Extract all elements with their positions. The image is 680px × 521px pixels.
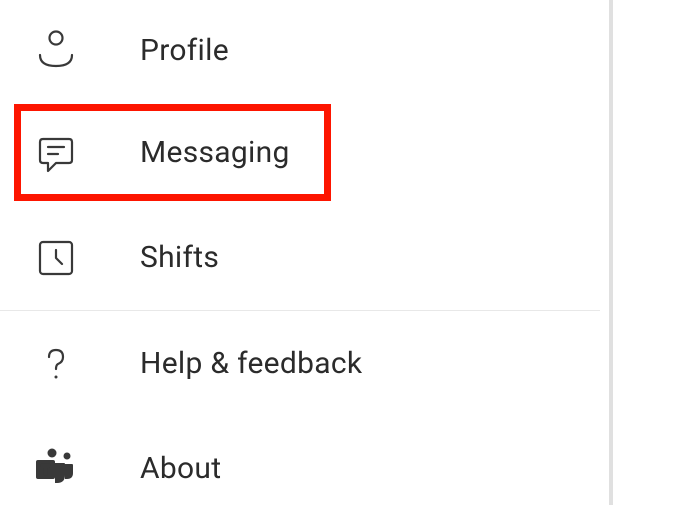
messaging-icon xyxy=(30,127,82,179)
menu-item-label: Profile xyxy=(140,33,229,68)
menu-item-messaging[interactable]: Messaging xyxy=(0,100,600,205)
profile-icon xyxy=(30,24,82,76)
menu-item-shifts[interactable]: Shifts xyxy=(0,205,600,310)
menu-item-label: Shifts xyxy=(140,240,219,275)
menu-item-label: Help & feedback xyxy=(140,346,362,381)
settings-menu: Profile Messaging Shifts Hel xyxy=(0,0,600,505)
menu-item-help[interactable]: Help & feedback xyxy=(0,311,600,416)
menu-item-label: About xyxy=(140,451,221,486)
teams-icon: T xyxy=(30,443,82,495)
help-icon xyxy=(30,338,82,390)
svg-text:T: T xyxy=(42,462,50,477)
shifts-icon xyxy=(30,232,82,284)
scrollbar[interactable] xyxy=(609,0,613,505)
menu-item-profile[interactable]: Profile xyxy=(0,0,600,100)
menu-item-about[interactable]: T About xyxy=(0,416,600,521)
menu-item-label: Messaging xyxy=(140,135,290,170)
